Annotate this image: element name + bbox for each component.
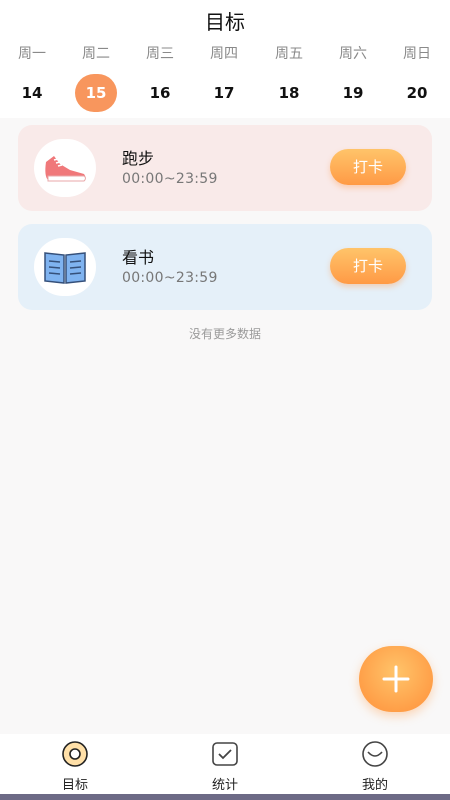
tab-label: 我的 xyxy=(361,778,388,793)
check-in-button[interactable]: 打卡 xyxy=(330,248,406,284)
date-number: 19 xyxy=(342,84,364,102)
day-sunday[interactable]: 周日 20 xyxy=(392,44,442,112)
goal-name: 看书 xyxy=(122,248,155,267)
day-wednesday[interactable]: 周三 16 xyxy=(135,44,185,112)
goal-time-range: 00:00~23:59 xyxy=(122,270,218,286)
weekday-label: 周四 xyxy=(210,46,238,62)
date-number: 17 xyxy=(213,84,235,102)
date-number-selected: 15 xyxy=(75,74,117,112)
target-icon xyxy=(62,741,88,767)
goal-card-running[interactable]: 跑步 00:00~23:59 打卡 xyxy=(18,125,432,211)
tab-goals[interactable]: 目标 xyxy=(35,740,115,793)
add-goal-button[interactable] xyxy=(359,646,433,712)
tab-label: 统计 xyxy=(211,778,238,793)
list-end-text: 没有更多数据 xyxy=(188,327,261,341)
chart-check-icon xyxy=(212,742,238,766)
page-title: 目标 xyxy=(205,10,245,34)
weekday-label: 周五 xyxy=(275,46,303,62)
smile-face-icon xyxy=(362,741,388,767)
day-monday[interactable]: 周一 14 xyxy=(7,44,57,112)
day-friday[interactable]: 周五 18 xyxy=(264,44,314,112)
bottom-tab-bar: 目标 统计 我的 xyxy=(0,734,450,794)
book-icon xyxy=(44,252,86,284)
date-number: 14 xyxy=(21,84,43,102)
date-number: 16 xyxy=(149,84,171,102)
system-nav-bar xyxy=(0,794,450,800)
day-tuesday-selected[interactable]: 周二 15 xyxy=(71,44,121,112)
tab-mine[interactable]: 我的 xyxy=(335,740,415,793)
day-saturday[interactable]: 周六 19 xyxy=(328,44,378,112)
tab-statistics[interactable]: 统计 xyxy=(185,740,265,793)
goal-card-reading[interactable]: 看书 00:00~23:59 打卡 xyxy=(18,224,432,310)
tab-label: 目标 xyxy=(61,778,88,793)
check-in-button[interactable]: 打卡 xyxy=(330,149,406,185)
weekday-label: 周日 xyxy=(403,46,431,62)
header: 目标 周一 14 周二 15 周三 16 周四 17 周五 18 周六 19 周… xyxy=(0,0,450,118)
day-thursday[interactable]: 周四 17 xyxy=(199,44,249,112)
goal-name: 跑步 xyxy=(122,149,155,168)
weekday-label: 周二 xyxy=(82,46,110,62)
weekday-label: 周三 xyxy=(146,46,174,62)
sneaker-icon xyxy=(45,156,86,182)
date-number: 18 xyxy=(278,84,300,102)
goal-icon-badge xyxy=(34,238,96,296)
plus-icon xyxy=(382,665,410,693)
goal-icon-badge xyxy=(34,139,96,197)
weekday-label: 周一 xyxy=(18,46,46,62)
goal-time-range: 00:00~23:59 xyxy=(122,171,218,187)
week-strip: 周一 14 周二 15 周三 16 周四 17 周五 18 周六 19 周日 2… xyxy=(0,44,450,118)
weekday-label: 周六 xyxy=(339,46,367,62)
date-number: 20 xyxy=(406,84,428,102)
